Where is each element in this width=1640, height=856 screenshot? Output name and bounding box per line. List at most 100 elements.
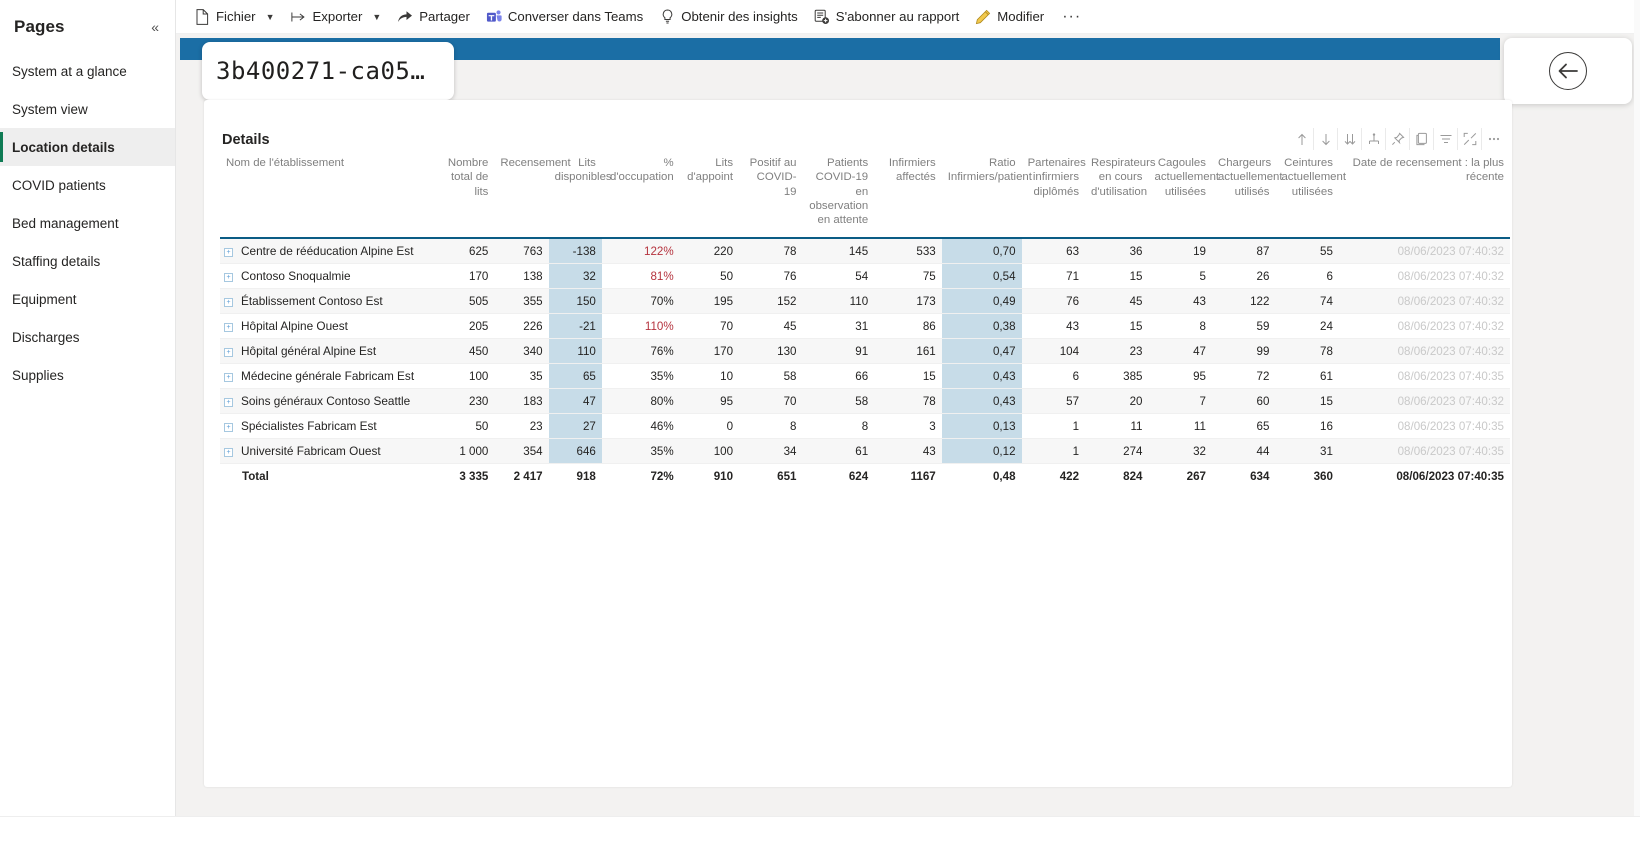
column-header-nurse-ratio[interactable]: Ratio Infirmiers/patient (941, 150, 1032, 238)
chevron-double-left-icon[interactable]: « (151, 20, 159, 34)
focus-mode-icon[interactable] (1458, 128, 1482, 150)
table-cell-total-beds: 625 (435, 238, 495, 264)
column-header-covid-positive[interactable]: Positif au COVID-19 (739, 150, 803, 238)
vertical-scrollbar[interactable] (1634, 0, 1640, 816)
sidebar-item-staffing-details[interactable]: Staffing details (0, 242, 175, 280)
sidebar-item-system-view[interactable]: System view (0, 90, 175, 128)
table-cell-census-date: 08/06/2023 07:40:35 (1338, 363, 1510, 389)
table-row[interactable]: + Médecine générale Fabricam Est 100 35 65 35… (220, 363, 1510, 389)
toolbar-button-converser-dans-teams[interactable]: Converser dans Teams (478, 2, 651, 32)
column-header-nurses-assigned[interactable]: Infirmiers affectés (874, 150, 942, 238)
column-header-belts[interactable]: Ceintures actuellement utilisées (1275, 150, 1346, 238)
expand-row-icon[interactable]: + (224, 323, 233, 332)
column-header-chargers[interactable]: Chargeurs actuellement utilisés (1211, 150, 1283, 238)
total-cell-belts: 360 (1275, 463, 1339, 490)
table-cell-total-beds: 170 (435, 263, 495, 289)
table-cell-nurse-ratio: 0,70 (941, 238, 1022, 264)
total-cell-hoods: 267 (1148, 463, 1212, 490)
table-cell-census: 35 (494, 363, 549, 389)
table-cell-ventilators: 23 (1085, 338, 1149, 364)
column-header-occupancy[interactable]: % d'occupation (601, 150, 680, 238)
table-cell-nurses-assigned: 3 (874, 413, 942, 439)
table-row[interactable]: + Université Fabricam Ouest 1 000 354 646 35%… (220, 438, 1510, 464)
table-cell-census: 354 (494, 438, 549, 464)
toolbar-more-options-icon[interactable]: ··· (1052, 8, 1091, 25)
toolbar-button-modifier[interactable]: Modifier (967, 2, 1052, 32)
table-row[interactable]: + Hôpital Alpine Ouest 205 226 -21 110% 70 45 31… (220, 313, 1510, 339)
table-header-row: Nom de l'établissement Nombre total de l… (220, 150, 1510, 238)
toolbar-button-s-abonner-au-rapport[interactable]: S'abonner au rapport (806, 2, 968, 32)
toolbar-button-exporter[interactable]: Exporter ▼ (283, 2, 390, 32)
column-header-ventilators[interactable]: Respirateurs en cours d'utilisation (1085, 150, 1156, 238)
table-cell-belts: 31 (1275, 438, 1339, 464)
chevron-down-icon[interactable]: ▼ (372, 12, 381, 22)
table-cell-covid-positive: 45 (739, 313, 803, 339)
pages-sidebar: Pages « System at a glance System view L… (0, 0, 176, 816)
sidebar-item-location-details[interactable]: Location details (0, 128, 175, 166)
facility-name: Hôpital Alpine Ouest (241, 319, 348, 333)
filter-icon[interactable] (1434, 128, 1458, 150)
table-row[interactable]: + Hôpital général Alpine Est 450 340 110 76% 1… (220, 338, 1510, 364)
table-cell-nurse-ratio: 0,49 (941, 288, 1022, 314)
table-cell-ventilators: 36 (1085, 238, 1149, 264)
table-cell-available-beds: -138 (548, 238, 602, 264)
toolbar-button-fichier[interactable]: Fichier ▼ (186, 2, 283, 32)
table-cell-census: 138 (494, 263, 549, 289)
table-cell-covid-pui: 61 (802, 438, 875, 464)
toolbar-button-obtenir-des-insights[interactable]: Obtenir des insights (651, 2, 806, 32)
table-row[interactable]: + Centre de rééducation Alpine Est 625 763-… (220, 238, 1510, 264)
expand-row-icon[interactable]: + (224, 348, 233, 357)
copy-icon[interactable] (1410, 128, 1434, 150)
table-row[interactable]: + Établissement Contoso Est 505 355 150 70% 19… (220, 288, 1510, 314)
table-cell-rn-partners: 104 (1021, 338, 1086, 364)
total-cell-rn-partners: 422 (1021, 463, 1086, 490)
toolbar-label: Fichier (216, 9, 256, 24)
sidebar-item-supplies[interactable]: Supplies (0, 356, 175, 394)
sidebar-item-discharges[interactable]: Discharges (0, 318, 175, 356)
table-body: + Centre de rééducation Alpine Est 625 763-… (220, 238, 1510, 490)
sidebar-item-covid-patients[interactable]: COVID patients (0, 166, 175, 204)
pencil-icon (975, 9, 991, 25)
expand-row-icon[interactable]: + (224, 273, 233, 282)
table-cell-name: + Hôpital général Alpine Est (220, 338, 435, 364)
toolbar-button-partager[interactable]: Partager (389, 2, 478, 32)
expand-row-icon[interactable]: + (224, 248, 233, 257)
sidebar-item-equipment[interactable]: Equipment (0, 280, 175, 318)
more-options-icon[interactable] (1482, 128, 1506, 150)
table-cell-covid-pui: 54 (802, 263, 875, 289)
sort-descending-icon[interactable] (1314, 128, 1338, 150)
expand-row-icon[interactable]: + (224, 448, 233, 457)
chevron-down-icon[interactable]: ▼ (266, 12, 275, 22)
sort-ascending-icon[interactable] (1290, 128, 1314, 150)
table-cell-nurses-assigned: 86 (874, 313, 942, 339)
facility-name: Hôpital général Alpine Est (241, 344, 377, 358)
table-cell-census: 23 (494, 413, 549, 439)
table-cell-hoods: 11 (1148, 413, 1212, 439)
column-header-surge-beds[interactable]: Lits d'appoint (679, 150, 740, 238)
expand-row-icon[interactable]: + (224, 373, 233, 382)
column-header-name[interactable]: Nom de l'établissement (220, 150, 435, 238)
table-cell-covid-pui: 145 (802, 238, 875, 264)
column-header-covid-pui[interactable]: Patients COVID-19 en observation en atte… (802, 150, 875, 238)
table-cell-ventilators: 385 (1085, 363, 1149, 389)
expand-row-icon[interactable]: + (224, 423, 233, 432)
expand-row-icon[interactable]: + (224, 298, 233, 307)
table-row[interactable]: + Soins généraux Contoso Seattle 230 183 47 8… (220, 388, 1510, 414)
column-header-census[interactable]: Recensement (494, 150, 571, 238)
sidebar-item-label: COVID patients (12, 177, 106, 193)
column-header-total-beds[interactable]: Nombre total de lits (435, 150, 495, 238)
pin-icon[interactable] (1386, 128, 1410, 150)
drill-down-icon[interactable] (1362, 128, 1386, 150)
sidebar-item-system-at-a-glance[interactable]: System at a glance (0, 52, 175, 90)
table-row[interactable]: + Contoso Snoqualmie 170 138 32 81% 50 76 54 75 0,… (220, 263, 1510, 289)
arrow-left-circle-icon[interactable] (1549, 52, 1587, 90)
column-header-census-date[interactable]: Date de recensement : la plus récente (1338, 150, 1510, 238)
expand-row-icon[interactable]: + (224, 398, 233, 407)
column-header-hoods[interactable]: Cagoules actuellement utilisées (1148, 150, 1219, 238)
table-row[interactable]: + Spécialistes Fabricam Est 50 23 27 46% 0 8 8 3 0… (220, 413, 1510, 439)
column-header-rn-partners[interactable]: Partenaires infirmiers diplômés (1021, 150, 1086, 238)
total-cell-covid-positive: 651 (739, 463, 803, 490)
sidebar-item-bed-management[interactable]: Bed management (0, 204, 175, 242)
facility-name: Centre de rééducation Alpine Est (241, 244, 414, 258)
sort-double-down-icon[interactable] (1338, 128, 1362, 150)
